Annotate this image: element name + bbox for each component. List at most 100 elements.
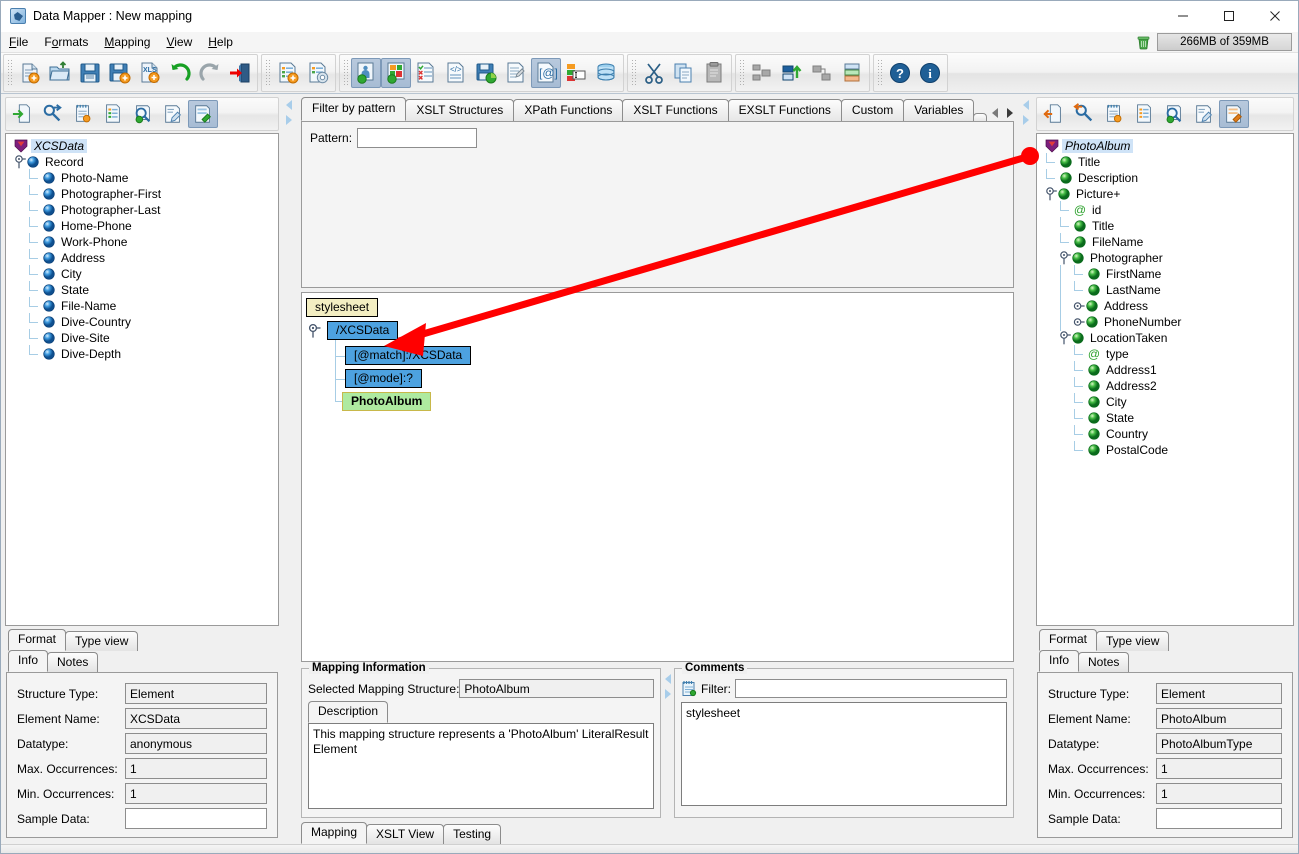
tree-node[interactable]: File-Name	[6, 297, 278, 314]
cut-button[interactable]	[639, 58, 669, 88]
tab-description[interactable]: Description	[308, 701, 389, 723]
drag-handle-icon[interactable]	[265, 60, 271, 86]
tree-node[interactable]: XCSData	[6, 138, 278, 154]
tree-node[interactable]: Title	[1037, 217, 1293, 234]
tree-node[interactable]: Photographer-First	[6, 185, 278, 202]
tab-info[interactable]: Info	[8, 650, 49, 672]
inspect-icon[interactable]	[128, 100, 158, 128]
exit-button[interactable]	[225, 58, 255, 88]
tab-exslt-functions[interactable]: EXSLT Functions	[727, 99, 842, 121]
tab-format[interactable]: Format	[8, 629, 67, 651]
expander-collapsed-icon[interactable]	[1073, 314, 1085, 330]
tree-node[interactable]: PhoneNumber	[1037, 313, 1293, 331]
move-up-button[interactable]	[777, 58, 807, 88]
validate-button[interactable]	[411, 58, 441, 88]
list-properties-icon[interactable]	[1129, 100, 1159, 128]
copy-button[interactable]	[669, 58, 699, 88]
tab-notes[interactable]: Notes	[1078, 652, 1130, 672]
tree-node[interactable]: PostalCode	[1037, 441, 1293, 458]
tree-node[interactable]: Dive-Country	[6, 313, 278, 330]
tree-view-icon[interactable]	[1219, 100, 1249, 128]
tree-node[interactable]: State	[1037, 409, 1293, 426]
tree-node[interactable]: Address2	[1037, 377, 1293, 394]
tree-node[interactable]: Dive-Depth	[6, 345, 278, 362]
drag-handle-icon[interactable]	[631, 60, 637, 86]
pattern-input[interactable]	[357, 128, 478, 148]
comments-filter-input[interactable]	[735, 679, 1007, 698]
target-info-field-value[interactable]	[1156, 808, 1282, 829]
mapping-node-match-attr[interactable]: [@match]:/XCSData	[345, 346, 472, 365]
group-nodes-button[interactable]	[747, 58, 777, 88]
database-button[interactable]	[591, 58, 621, 88]
notes-add-icon[interactable]	[68, 100, 98, 128]
xml-code-button[interactable]: </>	[441, 58, 471, 88]
tree-node[interactable]: LocationTaken	[1037, 330, 1293, 346]
tree-node[interactable]: Picture+	[1037, 186, 1293, 202]
paste-button[interactable]	[699, 58, 729, 88]
menu-formats[interactable]: Formats	[36, 33, 96, 51]
structure-settings-button[interactable]	[303, 58, 333, 88]
expand-center-icon[interactable]	[664, 689, 671, 699]
tree-node[interactable]: Address	[1037, 297, 1293, 315]
tree-node[interactable]: LastName	[1037, 281, 1293, 299]
tree-node[interactable]: Address1	[1037, 361, 1293, 378]
open-folder-button[interactable]	[45, 58, 75, 88]
tree-node[interactable]: State	[6, 281, 278, 298]
notes-add-icon[interactable]	[1099, 100, 1129, 128]
tree-node[interactable]: @ type	[1037, 345, 1293, 362]
menu-file[interactable]: File	[1, 33, 36, 51]
export-document-icon[interactable]	[1039, 100, 1069, 128]
show-source-tree-button[interactable]	[351, 58, 381, 88]
show-target-tree-button[interactable]	[381, 58, 411, 88]
tab-type-view[interactable]: Type view	[1096, 631, 1170, 651]
new-document-button[interactable]	[15, 58, 45, 88]
minimize-button[interactable]	[1160, 0, 1206, 32]
list-properties-icon[interactable]	[98, 100, 128, 128]
target-tree[interactable]: PhotoAlbum Title Description Picture+ @ id Tit…	[1036, 133, 1294, 626]
menu-view[interactable]: View	[158, 33, 200, 51]
drag-handle-icon[interactable]	[877, 60, 883, 86]
tab-xslt-structures[interactable]: XSLT Structures	[405, 99, 515, 121]
undo-button[interactable]	[165, 58, 195, 88]
help-button[interactable]: ?	[885, 58, 915, 88]
tree-node[interactable]: Address	[6, 249, 278, 266]
drag-handle-icon[interactable]	[739, 60, 745, 86]
tab-custom[interactable]: Custom	[840, 99, 905, 121]
menu-mapping[interactable]: Mapping	[96, 33, 158, 51]
mapping-node-xcsdata[interactable]: /XCSData	[327, 321, 399, 340]
expander-expanded-icon[interactable]	[1045, 186, 1057, 202]
right-splitter[interactable]	[1020, 94, 1032, 844]
save-as-button[interactable]	[105, 58, 135, 88]
tab-xslt-view[interactable]: XSLT View	[366, 824, 445, 844]
tree-node[interactable]: Photo-Name	[6, 169, 278, 186]
save-button[interactable]	[75, 58, 105, 88]
expander-expanded-icon[interactable]	[14, 154, 26, 170]
tab-overflow-partial[interactable]	[973, 113, 988, 121]
import-document-icon[interactable]	[8, 100, 38, 128]
source-tree[interactable]: XCSData Record Photo-Name Photographer-Firs…	[5, 133, 279, 626]
redo-button[interactable]	[195, 58, 225, 88]
table-insert-button[interactable]	[561, 58, 591, 88]
document-text-button[interactable]	[501, 58, 531, 88]
tab-mapping[interactable]: Mapping	[301, 822, 368, 844]
inspect-icon[interactable]	[1159, 100, 1189, 128]
tab-info[interactable]: Info	[1039, 650, 1080, 672]
save-xls-button[interactable]: XLS	[135, 58, 165, 88]
description-text-area[interactable]: This mapping structure represents a 'Pho…	[308, 723, 654, 809]
mapping-node-photoalbum[interactable]: PhotoAlbum	[342, 392, 432, 411]
edit-pencil-icon[interactable]	[1189, 100, 1219, 128]
tree-node[interactable]: Photographer	[1037, 250, 1293, 266]
collapse-center-icon[interactable]	[664, 674, 671, 684]
tab-notes[interactable]: Notes	[47, 652, 99, 672]
tree-node[interactable]: Home-Phone	[6, 217, 278, 234]
menu-help[interactable]: Help	[200, 33, 241, 51]
tab-xpath-functions[interactable]: XPath Functions	[513, 99, 624, 121]
ungroup-nodes-button[interactable]	[807, 58, 837, 88]
mapping-canvas[interactable]: stylesheet /XCSData [@match]:/XCSData [@…	[301, 292, 1014, 662]
collapse-right-icon[interactable]	[1023, 100, 1029, 110]
save-chart-button[interactable]	[471, 58, 501, 88]
tab-type-view[interactable]: Type view	[65, 631, 139, 651]
comments-list[interactable]: stylesheet	[681, 702, 1007, 806]
mapping-node-stylesheet[interactable]: stylesheet	[306, 298, 379, 317]
tab-format[interactable]: Format	[1039, 629, 1098, 651]
